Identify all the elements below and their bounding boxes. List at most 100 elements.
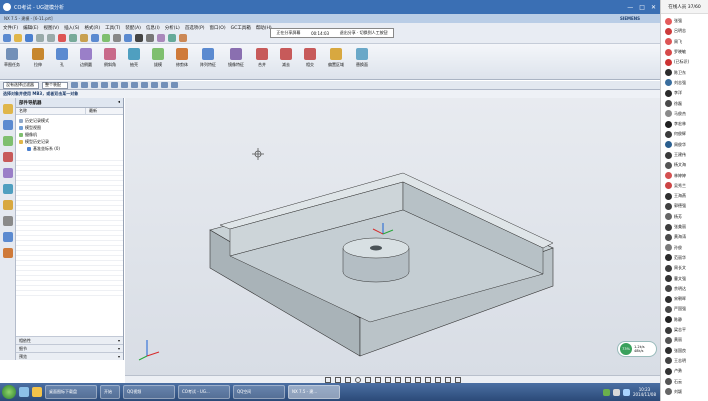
clock[interactable]: 10:23 2014/11/08 bbox=[633, 387, 656, 397]
reuse-library-icon[interactable] bbox=[2, 152, 13, 162]
tree-node-model-history[interactable]: 模型历史记录 bbox=[19, 138, 123, 145]
member-item[interactable]: 黄丽 bbox=[661, 335, 708, 345]
col-latest[interactable]: 最新 bbox=[86, 108, 97, 114]
taskbar-item[interactable]: QQ视频 bbox=[123, 385, 175, 399]
fit-icon[interactable] bbox=[124, 33, 132, 42]
member-item[interactable]: 徐磊 bbox=[661, 98, 708, 108]
member-item[interactable]: 王建伟 bbox=[661, 150, 708, 160]
orient-view-icon[interactable] bbox=[157, 33, 165, 42]
network-monitor-widget[interactable]: 73% 1.2k/s 48k/s bbox=[617, 341, 657, 357]
member-item[interactable]: 杨芳 bbox=[661, 212, 708, 222]
menu-tools[interactable]: 工具(T) bbox=[105, 25, 120, 31]
trim-body-button[interactable]: 修剪体 bbox=[176, 48, 188, 68]
member-item[interactable]: 周长文 bbox=[661, 263, 708, 273]
shell-button[interactable]: 抽壳 bbox=[128, 48, 140, 68]
member-item[interactable]: 陈卫东 bbox=[661, 67, 708, 77]
undo-icon[interactable] bbox=[36, 33, 44, 42]
system-materials-icon[interactable] bbox=[2, 216, 13, 226]
menu-file[interactable]: 文件(F) bbox=[3, 25, 18, 31]
member-item[interactable]: 张国良 bbox=[661, 346, 708, 356]
type-filter-dropdown[interactable]: 没有选择过滤器 bbox=[3, 81, 39, 89]
shaded-icon[interactable] bbox=[135, 33, 143, 42]
profile-icon[interactable] bbox=[324, 376, 331, 383]
dimension-icon[interactable] bbox=[444, 376, 451, 383]
copy-icon[interactable] bbox=[69, 33, 77, 42]
member-item[interactable]: 郭德强 bbox=[661, 201, 708, 211]
select-all-icon[interactable] bbox=[71, 82, 78, 88]
extrude-button[interactable]: 拉伸 bbox=[32, 48, 44, 68]
member-item[interactable]: 杨文海 bbox=[661, 160, 708, 170]
replace-face-button[interactable]: 替换面 bbox=[356, 48, 368, 68]
graphics-window[interactable] bbox=[125, 98, 660, 375]
volume-icon[interactable] bbox=[612, 388, 620, 396]
hole-button[interactable]: 孔 bbox=[56, 48, 68, 68]
start-button[interactable] bbox=[2, 385, 16, 399]
new-icon[interactable] bbox=[3, 33, 11, 42]
tree-node-model-views[interactable]: 模型视图 bbox=[19, 124, 123, 131]
member-item[interactable]: 张强 bbox=[661, 16, 708, 26]
stop-share-button[interactable]: 退出分享 · 切换到人工按钮 bbox=[340, 30, 388, 36]
tray-app-icon[interactable] bbox=[602, 388, 610, 396]
member-item[interactable]: 石云 bbox=[661, 376, 708, 386]
pin-icon[interactable]: ◂ bbox=[118, 100, 123, 105]
open-icon[interactable] bbox=[14, 33, 22, 42]
scope-dropdown[interactable]: 整个装配 bbox=[42, 81, 68, 89]
existing-point-icon[interactable] bbox=[141, 82, 148, 88]
save-icon[interactable] bbox=[25, 33, 33, 42]
rectangle-icon[interactable] bbox=[364, 376, 371, 383]
render-icon[interactable] bbox=[179, 33, 187, 42]
on-face-icon[interactable] bbox=[161, 82, 168, 88]
line-icon[interactable] bbox=[334, 376, 341, 383]
details-panel[interactable]: 细节 ▾ bbox=[16, 344, 123, 352]
mirror-feature-button[interactable]: 镜像特征 bbox=[228, 48, 244, 68]
taskbar-item[interactable]: CO考试 - UG... bbox=[178, 385, 230, 399]
web-browser-icon[interactable] bbox=[2, 184, 13, 194]
col-name[interactable]: 名称 bbox=[16, 108, 86, 114]
network-icon[interactable] bbox=[622, 388, 630, 396]
chamfer-button[interactable]: 倒斜角 bbox=[104, 48, 116, 68]
pattern-feature-button[interactable]: 阵列特征 bbox=[200, 48, 216, 68]
snap-point-icon[interactable] bbox=[81, 82, 88, 88]
draft-button[interactable]: 拔模 bbox=[152, 48, 164, 68]
member-item[interactable]: 李宏林 bbox=[661, 119, 708, 129]
process-studio-icon[interactable] bbox=[2, 232, 13, 242]
member-item[interactable]: 何俊辉 bbox=[661, 129, 708, 139]
roles-icon[interactable] bbox=[2, 248, 13, 258]
sketch-button[interactable]: 草图任务 bbox=[4, 48, 20, 68]
menu-preferences[interactable]: 首选项(P) bbox=[185, 25, 205, 31]
member-item[interactable]: 王志明 bbox=[661, 356, 708, 366]
wireframe-icon[interactable] bbox=[146, 33, 154, 42]
offset-region-button[interactable]: 偏置区域 bbox=[328, 48, 344, 68]
trim-icon[interactable] bbox=[424, 376, 431, 383]
maximize-button[interactable]: □ bbox=[639, 4, 645, 11]
close-button[interactable]: ✕ bbox=[651, 4, 656, 11]
midpoint-icon[interactable] bbox=[101, 82, 108, 88]
taskbar-item-active[interactable]: NX 7.5 - 建... bbox=[288, 385, 340, 399]
circle-icon[interactable] bbox=[354, 376, 361, 383]
member-item[interactable]: 余明达 bbox=[661, 284, 708, 294]
member-item[interactable]: 卢勇 bbox=[661, 366, 708, 376]
minimize-button[interactable]: — bbox=[627, 4, 633, 11]
point-icon[interactable] bbox=[394, 376, 401, 383]
arc-icon[interactable] bbox=[344, 376, 351, 383]
menu-window[interactable]: 窗口(O) bbox=[210, 25, 226, 31]
menu-view[interactable]: 视图(V) bbox=[43, 25, 59, 31]
start-icon[interactable] bbox=[91, 33, 99, 42]
part-navigator-icon[interactable] bbox=[2, 136, 13, 146]
member-item[interactable]: 孙俊 bbox=[661, 243, 708, 253]
quadrant-icon[interactable] bbox=[131, 82, 138, 88]
show-desktop-icon[interactable] bbox=[19, 387, 29, 397]
member-item[interactable]: (已标识) bbox=[661, 57, 708, 67]
taskbar-item[interactable]: 桌面图标下载盘 bbox=[45, 385, 97, 399]
intersection-icon[interactable] bbox=[121, 82, 128, 88]
member-item[interactable]: 张美丽 bbox=[661, 222, 708, 232]
endpoint-icon[interactable] bbox=[91, 82, 98, 88]
assembly-navigator-icon[interactable] bbox=[2, 104, 13, 114]
cut-icon[interactable] bbox=[58, 33, 66, 42]
history-icon[interactable] bbox=[2, 200, 13, 210]
menu-insert[interactable]: 插入(S) bbox=[64, 25, 79, 31]
member-item[interactable]: 陈静 bbox=[661, 315, 708, 325]
preview-panel[interactable]: 预览 ▾ bbox=[16, 352, 123, 360]
edge-blend-button[interactable]: 边倒圆 bbox=[80, 48, 92, 68]
member-item[interactable]: 周俊华 bbox=[661, 140, 708, 150]
